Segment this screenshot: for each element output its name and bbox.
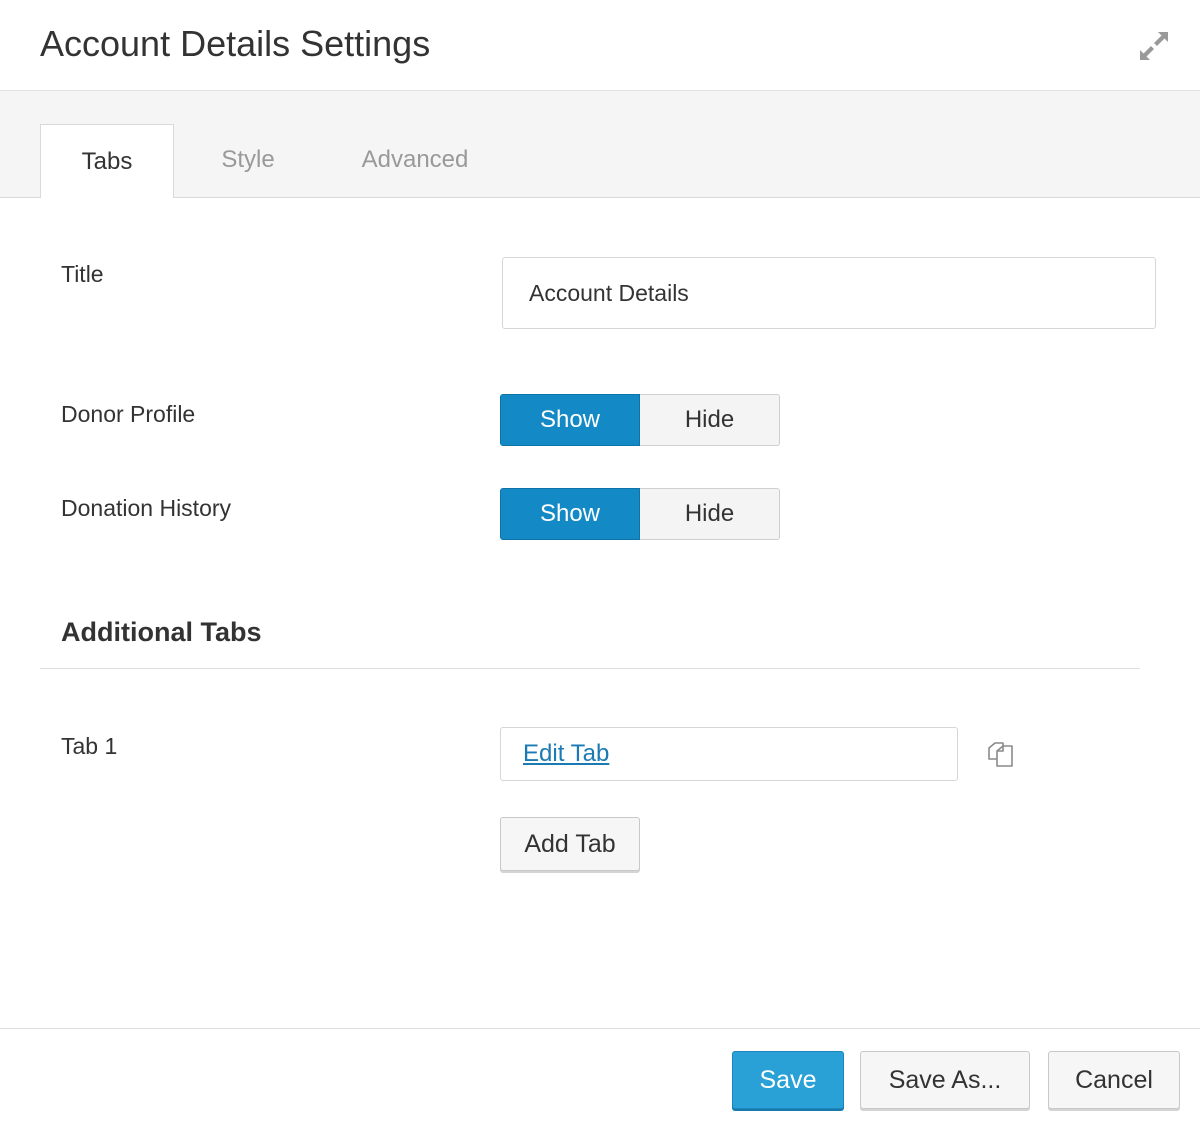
tab-style[interactable]: Style: [205, 145, 291, 175]
save-as-button[interactable]: Save As...: [860, 1051, 1030, 1109]
title-input[interactable]: [502, 257, 1156, 329]
dialog-footer: Save Save As... Cancel: [0, 1028, 1200, 1128]
dialog-header: Account Details Settings: [0, 0, 1200, 91]
donor-profile-hide-button[interactable]: Hide: [640, 394, 780, 446]
donation-history-toggle: Show Hide: [500, 488, 780, 540]
donor-profile-label: Donor Profile: [61, 401, 196, 427]
tab-1-label: Tab 1: [61, 733, 118, 759]
donation-history-show-button[interactable]: Show: [500, 488, 640, 540]
section-divider: [40, 668, 1140, 669]
tab-bar: Tabs Style Advanced: [0, 91, 1200, 198]
title-label: Title: [61, 261, 104, 287]
donor-profile-toggle: Show Hide: [500, 394, 780, 446]
additional-tabs-heading: Additional Tabs: [61, 617, 262, 647]
donation-history-hide-button[interactable]: Hide: [640, 488, 780, 540]
tab-advanced[interactable]: Advanced: [350, 145, 480, 175]
dialog-title: Account Details Settings: [40, 23, 431, 64]
edit-tab-field: Edit Tab: [500, 727, 958, 781]
save-button[interactable]: Save: [732, 1051, 844, 1109]
tab-tabs[interactable]: Tabs: [40, 124, 174, 198]
expand-arrows-icon[interactable]: [1136, 28, 1172, 64]
cancel-button[interactable]: Cancel: [1048, 1051, 1180, 1109]
copy-icon[interactable]: [986, 740, 1016, 770]
donation-history-label: Donation History: [61, 495, 232, 521]
add-tab-button[interactable]: Add Tab: [500, 817, 640, 871]
edit-tab-link[interactable]: Edit Tab: [523, 740, 609, 767]
donor-profile-show-button[interactable]: Show: [500, 394, 640, 446]
